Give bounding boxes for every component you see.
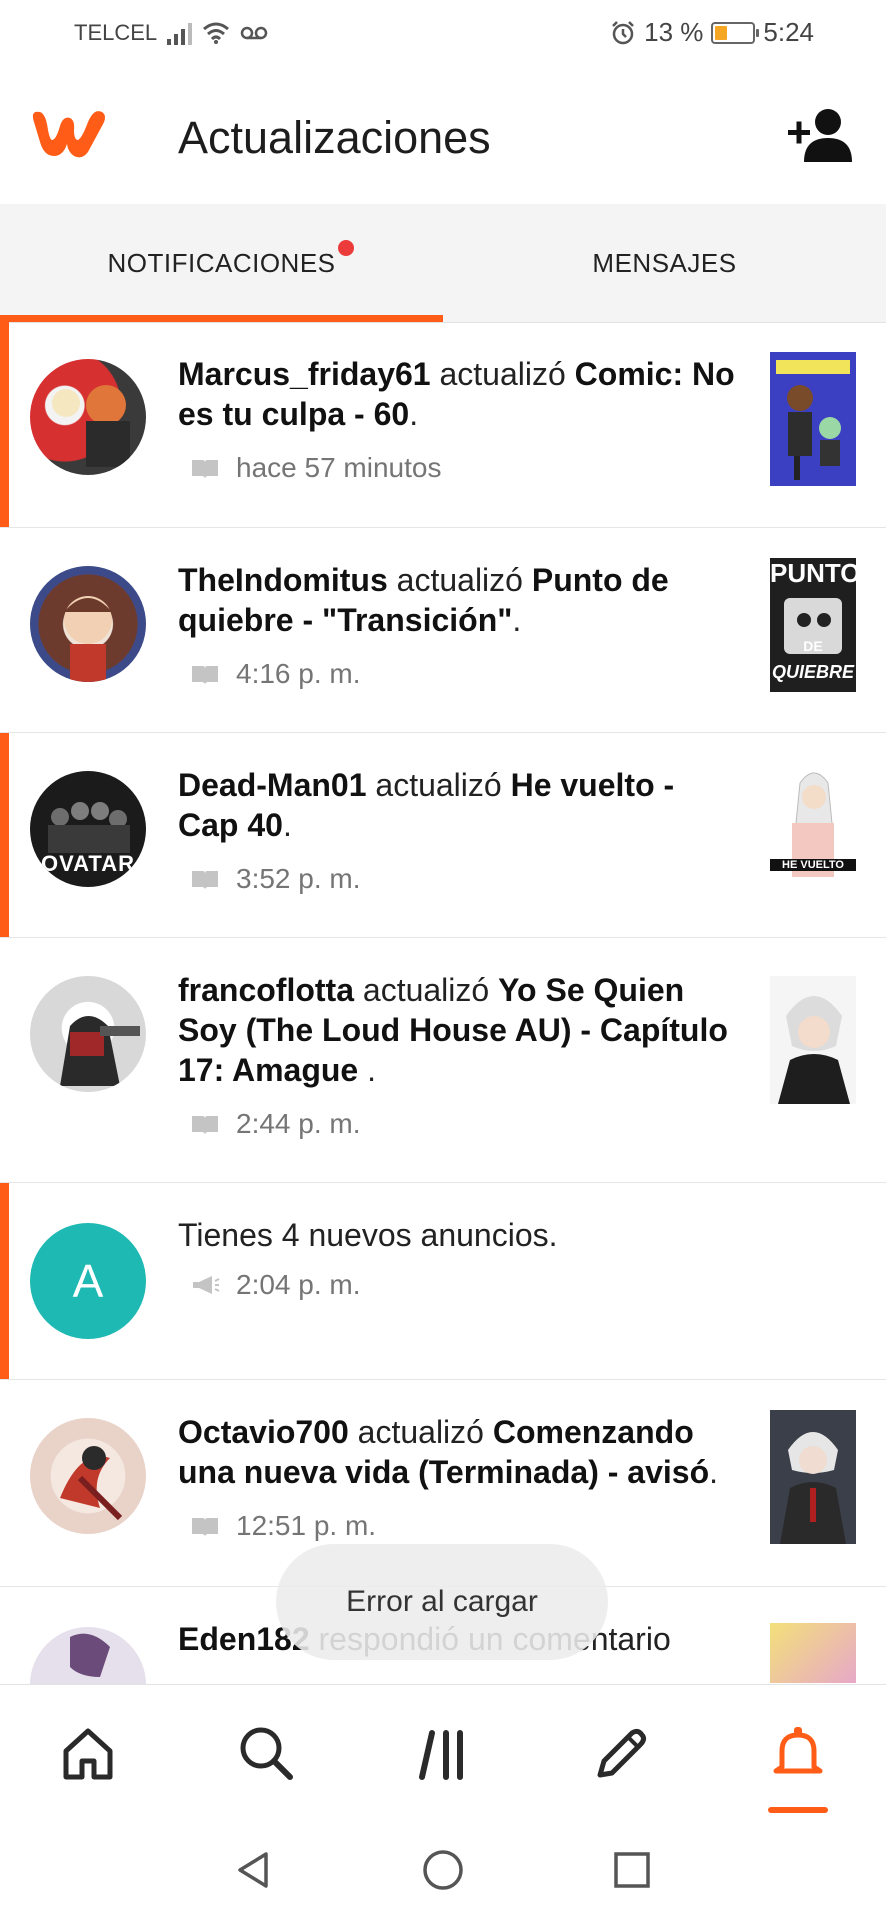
book-icon — [192, 1518, 218, 1536]
avatar[interactable] — [30, 566, 146, 682]
megaphone-icon — [193, 1276, 220, 1294]
system-navigation-bar — [0, 1824, 886, 1920]
timestamp: hace 57 minutos — [190, 452, 441, 484]
wattpad-logo-icon[interactable] — [28, 100, 108, 164]
active-tab-indicator — [0, 315, 443, 322]
notification-text: Octavio700 actualizó Comenzando una nuev… — [178, 1414, 718, 1490]
list-item[interactable]: TheIndomitus actualizó Punto de quiebre … — [0, 528, 886, 733]
avatar[interactable] — [30, 1418, 146, 1534]
battery-percent: 13 % — [644, 17, 704, 47]
username[interactable]: Octavio700 — [178, 1414, 349, 1450]
bell-icon[interactable] — [768, 1723, 828, 1783]
alarm-icon — [612, 20, 635, 44]
notification-text: Tienes 4 nuevos anuncios. — [178, 1217, 558, 1253]
unread-marker — [0, 322, 9, 527]
signal-icon — [167, 21, 193, 45]
app-bar: Actualizaciones — [0, 68, 886, 204]
voicemail-icon — [240, 26, 268, 40]
announcement-avatar[interactable]: A — [30, 1223, 146, 1339]
book-icon — [192, 1116, 218, 1134]
notification-text: Marcus_friday61 actualizó Comic: No es t… — [178, 356, 735, 432]
unread-marker — [0, 733, 9, 937]
list-item[interactable]: francoflotta actualizó Yo Se Quien Soy (… — [0, 938, 886, 1183]
recents-icon[interactable] — [610, 1848, 654, 1892]
avatar[interactable] — [30, 359, 146, 475]
story-cover[interactable] — [770, 352, 856, 486]
notification-text: Dead-Man01 actualizó He vuelto - Cap 40. — [178, 767, 675, 843]
write-icon[interactable] — [590, 1723, 650, 1783]
search-icon[interactable] — [236, 1723, 296, 1783]
avatar[interactable] — [30, 1627, 146, 1684]
story-cover[interactable]: HE VUELTO — [770, 763, 856, 897]
wifi-icon — [203, 22, 230, 44]
timestamp: 3:52 p. m. — [190, 863, 361, 895]
back-icon[interactable] — [232, 1848, 276, 1892]
cover-title: HE VUELTO — [770, 859, 856, 871]
tab-bar: NOTIFICACIONES MENSAJES — [0, 204, 886, 323]
active-nav-indicator — [768, 1807, 828, 1813]
story-cover[interactable] — [770, 976, 856, 1104]
clock: 5:24 — [763, 17, 814, 47]
status-bar: TELCEL 13 % 5:24 — [0, 0, 886, 68]
username[interactable]: francoflotta — [178, 972, 354, 1008]
avatar[interactable] — [30, 976, 146, 1092]
username[interactable]: Marcus_friday61 — [178, 356, 431, 392]
home-circle-icon[interactable] — [421, 1848, 465, 1892]
book-icon — [192, 871, 218, 889]
story-cover[interactable]: PUNTO DE QUIEBRE — [770, 558, 856, 692]
timestamp: 2:04 p. m. — [190, 1269, 361, 1301]
error-toast: Error al cargar — [276, 1544, 608, 1660]
tab-label: MENSAJES — [592, 247, 737, 278]
page-title: Actualizaciones — [178, 112, 491, 163]
home-icon[interactable] — [58, 1723, 118, 1783]
book-icon — [192, 666, 218, 684]
cover-title: DE — [803, 638, 823, 654]
battery-icon — [711, 21, 760, 44]
unread-marker — [0, 1183, 9, 1379]
tab-mensajes[interactable]: MENSAJES — [443, 204, 886, 322]
story-cover[interactable] — [770, 1410, 856, 1544]
list-item[interactable]: Marcus_friday61 actualizó Comic: No es t… — [0, 322, 886, 528]
add-user-icon[interactable] — [786, 106, 856, 164]
notification-text: TheIndomitus actualizó Punto de quiebre … — [178, 562, 669, 638]
notification-list[interactable]: Marcus_friday61 actualizó Comic: No es t… — [0, 322, 886, 1684]
carrier-label: TELCEL — [74, 20, 158, 45]
notification-text: francoflotta actualizó Yo Se Quien Soy (… — [178, 972, 728, 1088]
tab-label: NOTIFICACIONES — [107, 247, 336, 278]
username[interactable]: Dead-Man01 — [178, 767, 367, 803]
bottom-navigation — [0, 1684, 886, 1825]
cover-title: QUIEBRE — [771, 662, 854, 682]
book-icon — [192, 460, 218, 478]
library-icon[interactable] — [414, 1723, 474, 1783]
timestamp: 12:51 p. m. — [190, 1510, 376, 1542]
unread-dot — [338, 240, 354, 256]
username[interactable]: TheIndomitus — [178, 562, 388, 598]
story-cover[interactable] — [770, 1623, 856, 1683]
timestamp: 4:16 p. m. — [190, 658, 361, 690]
list-item[interactable]: OVATAR Dead-Man01 actualizó He vuelto - … — [0, 733, 886, 938]
avatar-caption: OVATAR — [41, 851, 135, 876]
avatar[interactable]: OVATAR — [30, 771, 146, 887]
tab-notificaciones[interactable]: NOTIFICACIONES — [0, 204, 443, 322]
cover-title: PUNTO — [770, 558, 856, 588]
timestamp: 2:44 p. m. — [190, 1108, 361, 1140]
list-item[interactable]: A Tienes 4 nuevos anuncios. 2:04 p. m. — [0, 1183, 886, 1380]
